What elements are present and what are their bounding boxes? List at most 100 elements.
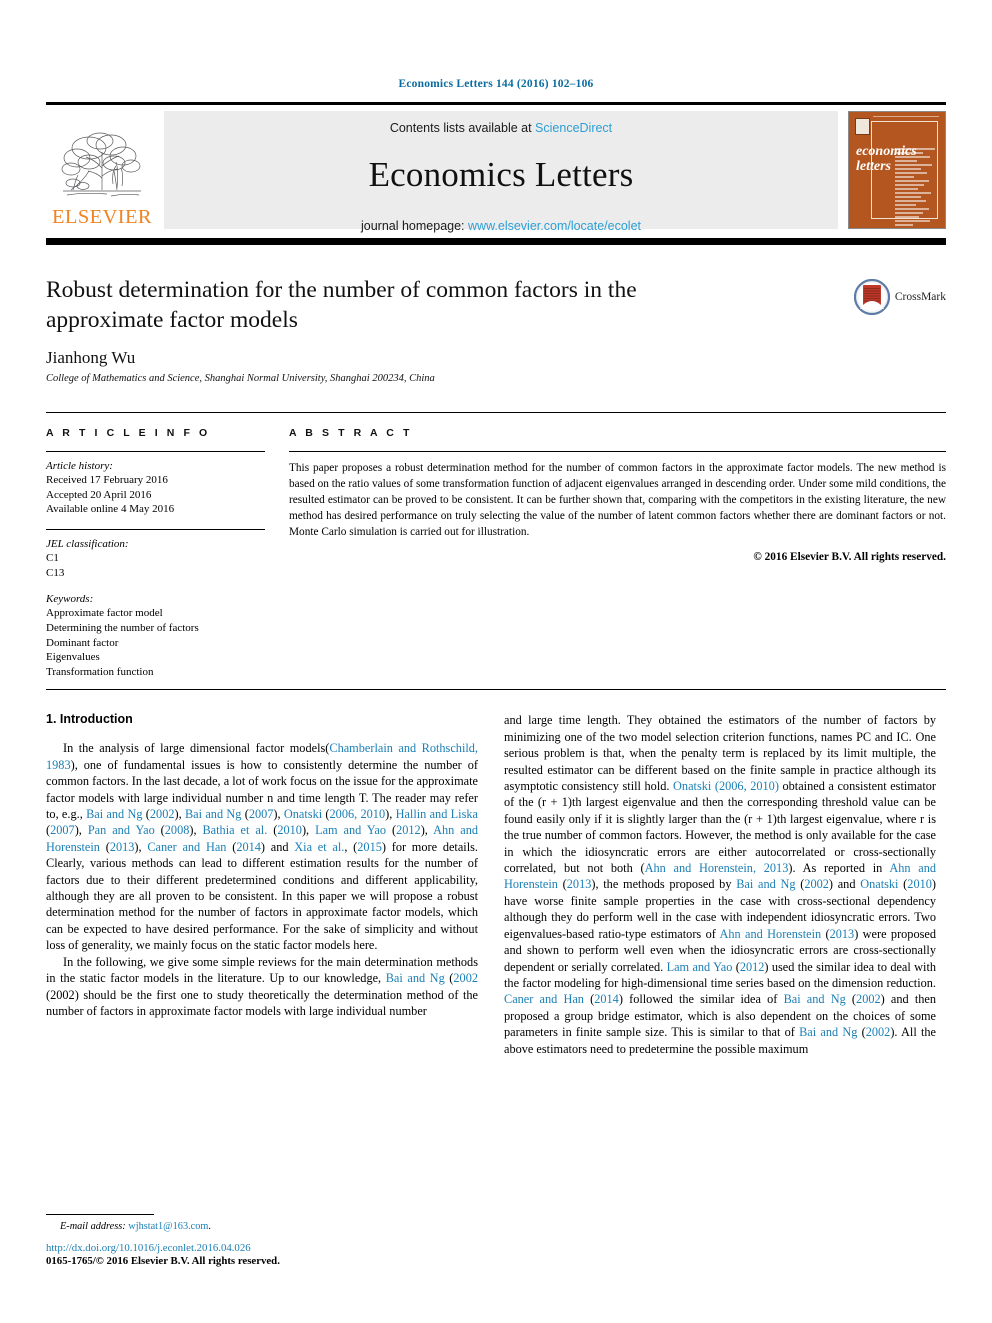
citation-year-2014[interactable]: 2014: [236, 840, 261, 854]
author-affiliation: College of Mathematics and Science, Shan…: [46, 373, 435, 385]
citation-bai-ng-4[interactable]: Bai and Ng: [784, 992, 846, 1006]
page-footnote: E-mail address: wjhstat1@163.com. http:/…: [46, 1214, 478, 1267]
homepage-prefix: journal homepage:: [360, 219, 469, 233]
info-divider-1: [46, 451, 265, 453]
cover-publisher-badge-icon: [855, 118, 870, 135]
citation-lam-yao[interactable]: Lam and Yao: [315, 823, 386, 837]
citation-year-2007[interactable]: 2007: [249, 807, 274, 821]
cover-title-line2: letters: [856, 158, 891, 174]
citation-bai-ng-3[interactable]: Bai and Ng: [736, 877, 795, 891]
body-column-left: 1. Introduction In the analysis of large…: [46, 712, 478, 1267]
section-heading-introduction: 1. Introduction: [46, 712, 133, 727]
citation-year-2008[interactable]: 2008: [165, 823, 190, 837]
journal-masthead: ELSEVIER Contents lists available at Sci…: [46, 102, 946, 233]
article-history-label: Article history:: [46, 460, 113, 473]
citation-year-2013-b[interactable]: 2013: [567, 877, 592, 891]
citation-year-2002-c[interactable]: 2002: [804, 877, 829, 891]
body-column-right: and large time length. They obtained the…: [504, 712, 936, 1267]
intro-p1-comma: ,: [344, 839, 354, 854]
cover-top-rules: [873, 116, 939, 119]
citation-lam-yao-2[interactable]: Lam and Yao: [667, 960, 733, 974]
abstract-copyright: © 2016 Elsevier B.V. All rights reserved…: [753, 551, 946, 564]
doi-link[interactable]: http://dx.doi.org/10.1016/j.econlet.2016…: [46, 1242, 478, 1254]
citation-xia[interactable]: Xia et al.: [294, 840, 344, 854]
journal-homepage-line: journal homepage: www.elsevier.com/locat…: [361, 219, 641, 233]
page-title: Robust determination for the number of c…: [46, 277, 637, 334]
paper-page: Economics Letters 144 (2016) 102–106 ELS…: [0, 0, 992, 1323]
email-period: .: [208, 1221, 211, 1233]
history-received: Received 17 February 2016: [46, 474, 168, 487]
jel-code-0: C1: [46, 552, 59, 565]
crossmark-badge[interactable]: CrossMark: [853, 279, 946, 315]
intro-p1-part-a: In the analysis of large dimensional fac…: [63, 741, 330, 756]
masthead-bottom-rule: [46, 238, 946, 245]
citation-year-2014-b[interactable]: 2014: [594, 992, 619, 1006]
keyword-3: Eigenvalues: [46, 651, 100, 664]
abstract-divider: [289, 451, 946, 453]
citation-year-2002-e[interactable]: 2002: [866, 1025, 891, 1039]
footnote-email-line: E-mail address: wjhstat1@163.com.: [46, 1221, 478, 1232]
citation-year-2010-b[interactable]: 2010: [907, 877, 932, 891]
abstract-text: This paper proposes a robust determinati…: [289, 462, 946, 539]
homepage-link[interactable]: www.elsevier.com/locate/ecolet: [468, 219, 641, 233]
citation-hallin-liska[interactable]: Hallin and Liska: [396, 807, 478, 821]
article-info-column: A R T I C L E I N F O Article history: R…: [46, 427, 289, 679]
abstract-heading: A B S T R A C T: [289, 427, 413, 440]
crossmark-label: CrossMark: [894, 291, 946, 303]
citation-caner-han[interactable]: Caner and Han: [147, 840, 226, 854]
author-email-link[interactable]: wjhstat1@163.com: [128, 1221, 208, 1232]
citation-bathia[interactable]: Bathia et al.: [202, 823, 267, 837]
citation-year-2007b[interactable]: 2007: [50, 823, 75, 837]
citation-year-2010[interactable]: 2010: [277, 823, 302, 837]
crossmark-icon: [853, 279, 890, 315]
citation-year-2002-b[interactable]: 2002: [453, 971, 478, 985]
history-available-online: Available online 4 May 2016: [46, 503, 175, 516]
history-accepted: Accepted 20 April 2016: [46, 488, 152, 501]
title-block: Robust determination for the number of c…: [46, 275, 946, 384]
citation-onatski-2006-2010[interactable]: Onatski (2006, 2010): [673, 779, 779, 793]
journal-cover-thumbnail: economics letters: [848, 111, 946, 229]
citation-year-2013[interactable]: 2013: [110, 840, 135, 854]
intro-p1-tail: ) for more details. Clearly, various met…: [46, 839, 478, 953]
citation-year-2002-d[interactable]: 2002: [856, 992, 881, 1006]
running-head: Economics Letters 144 (2016) 102–106: [398, 78, 594, 90]
body-columns: 1. Introduction In the analysis of large…: [46, 712, 946, 1267]
elsevier-logo: ELSEVIER: [46, 111, 158, 229]
contents-prefix: Contents lists available at: [389, 121, 536, 135]
elsevier-wordmark: ELSEVIER: [52, 205, 152, 228]
citation-year-2002[interactable]: 2002: [150, 807, 175, 821]
intro-paragraph-2: In the following, we give some simple re…: [46, 954, 478, 1018]
intro-paragraph-right: and large time length. They obtained the…: [504, 713, 937, 1056]
jel-code-1: C13: [46, 566, 65, 579]
journal-title: Economics Letters: [368, 155, 634, 194]
citation-bai-ng-2007[interactable]: Bai and Ng: [185, 807, 241, 821]
issn-copyright-line: 0165-1765/© 2016 Elsevier B.V. All right…: [46, 1255, 280, 1268]
abstract-column: A B S T R A C T This paper proposes a ro…: [289, 427, 946, 679]
citation-ahn-horenstein-3[interactable]: Ahn and Horenstein: [720, 927, 822, 941]
citation-caner-han-2[interactable]: Caner and Han: [504, 992, 584, 1006]
footnote-rule: [46, 1214, 154, 1216]
keywords-label: Keywords:: [46, 593, 94, 606]
elsevier-tree-icon: [61, 132, 141, 196]
sciencedirect-link[interactable]: ScienceDirect: [535, 121, 612, 135]
citation-bai-ng-2002[interactable]: Bai and Ng: [86, 807, 142, 821]
citation-pan-yao[interactable]: Pan and Yao: [88, 823, 155, 837]
citation-year-2015[interactable]: 2015: [357, 840, 382, 854]
jel-classification-label: JEL classification:: [46, 538, 129, 551]
info-abstract-section: A R T I C L E I N F O Article history: R…: [46, 412, 946, 679]
info-section-bottom-rule: [46, 689, 946, 691]
citation-year-2012-b[interactable]: 2012: [740, 960, 765, 974]
keyword-2: Dominant factor: [46, 636, 119, 649]
citation-ahn-horenstein-2013-paren[interactable]: Ahn and Horenstein, 2013: [645, 861, 789, 875]
citation-year-2006-2010[interactable]: 2006, 2010: [330, 807, 386, 821]
info-divider-2: [46, 529, 265, 531]
journal-band: Contents lists available at ScienceDirec…: [164, 111, 838, 233]
citation-year-2012[interactable]: 2012: [396, 823, 421, 837]
citation-bai-ng-2002-b[interactable]: Bai and Ng: [386, 971, 445, 985]
contents-available-line: Contents lists available at ScienceDirec…: [390, 121, 612, 135]
citation-bai-ng-5[interactable]: Bai and Ng: [799, 1025, 857, 1039]
citation-onatski[interactable]: Onatski: [284, 807, 322, 821]
citation-onatski-2010[interactable]: Onatski: [860, 877, 898, 891]
citation-year-2013-c[interactable]: 2013: [830, 927, 855, 941]
